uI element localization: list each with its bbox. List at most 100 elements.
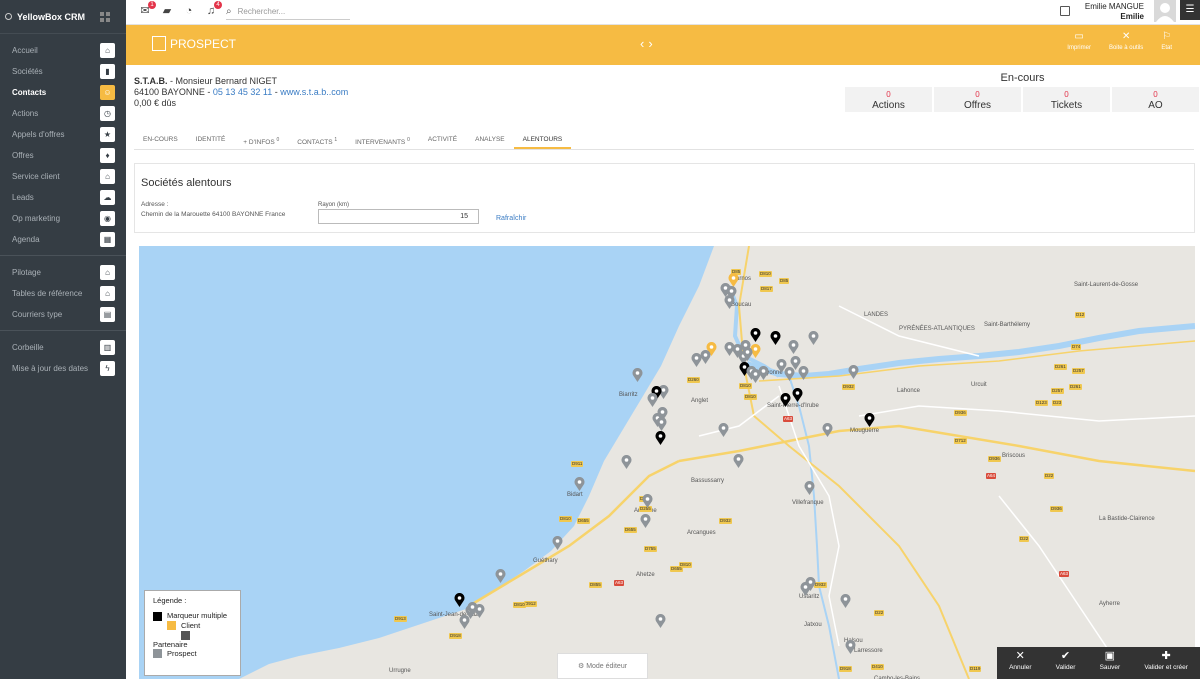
topbar: ✉ 1 ▰ ◔ ♫ 4 ⌕ Rechercher... Emilie MANGUE … — [126, 0, 1200, 25]
edit-mode-label: Mode éditeur — [586, 663, 628, 670]
sidebar-item-label: Appels d'offres — [12, 130, 65, 139]
sidebar-item-courriers-type[interactable]: Courriers type ▤ — [0, 304, 126, 325]
apps-grid-icon[interactable] — [100, 12, 110, 22]
gear-icon: ⚙ — [577, 663, 587, 670]
annuler-button[interactable]: ✕ Annuler — [1009, 650, 1031, 679]
tab--d-infos[interactable]: + D'INFOS 0 — [234, 130, 288, 149]
edit-mode-button[interactable]: ⚙ Mode éditeur — [557, 653, 648, 679]
printer-icon: ▭ — [1074, 31, 1084, 42]
tab-activit-[interactable]: ACTIVITÉ — [419, 130, 466, 149]
handshake-icon: ♦ — [100, 148, 115, 163]
sidebar-item-pilotage[interactable]: Pilotage ⌂ — [0, 262, 126, 283]
stamp-icon: ⚐ — [1162, 31, 1172, 42]
action-label: Boite à outils — [1108, 45, 1144, 51]
company-summary: S.T.A.B. - Monsieur Bernard NIGET 64100 … — [134, 76, 348, 109]
road-label: D936 — [954, 410, 967, 416]
card-value: 0 — [975, 90, 980, 99]
bell-icon[interactable]: ♫ 4 — [204, 1, 222, 18]
etat-button[interactable]: ⚐ Etat — [1161, 31, 1172, 51]
sidebar-item-appels-d-offres[interactable]: Appels d'offres ★ — [0, 124, 126, 145]
action-label: Imprimer — [1067, 45, 1091, 51]
tab-label: ACTIVITÉ — [427, 136, 458, 143]
road-label: D257 — [1072, 368, 1085, 374]
road-label: D123 — [1035, 400, 1048, 406]
map-legend: Légende : Marqueur multiple Client Parte… — [144, 590, 241, 676]
card-label: AO — [1148, 100, 1163, 111]
road-label: D410 — [871, 664, 884, 670]
sidebar-item-label: Contacts — [12, 88, 47, 97]
encours-card-actions[interactable]: 0 Actions — [845, 87, 932, 112]
legend-multiple: Marqueur multiple — [167, 611, 228, 620]
refresh-link[interactable]: Rafraîchir — [496, 215, 526, 222]
road-label: D655 — [670, 566, 683, 572]
bolt-icon: ϟ — [100, 361, 115, 376]
sidebar-item-mise-jour-des-dates[interactable]: Mise à jour des dates ϟ — [0, 358, 126, 379]
sidebar-item-op-marketing[interactable]: Op marketing ◉ — [0, 208, 126, 229]
valider-et-cr-er-button[interactable]: ✚ Valider et créer — [1144, 650, 1188, 679]
road-label: D755 — [644, 546, 657, 552]
user-info[interactable]: Emilie MANGUE Emilie — [1085, 2, 1144, 22]
dashboard-icon[interactable]: ◔ — [182, 4, 196, 18]
nearby-panel: Sociétés alentours Adresse : Chemin de l… — [134, 163, 1195, 233]
road-label: A63 — [783, 416, 794, 422]
sidebar-item-contacts[interactable]: Contacts ☺ — [0, 82, 126, 103]
sauver-button[interactable]: ▣ Sauver — [1100, 650, 1121, 679]
tab-analyse[interactable]: ANALYSE — [466, 130, 514, 149]
map-place-label: Saint-Pierre-d'Irube — [767, 403, 819, 409]
sidebar-item-leads[interactable]: Leads ☁ — [0, 187, 126, 208]
road-label: D810 — [759, 271, 772, 277]
sidebar-item-corbeille[interactable]: Corbeille ▥ — [0, 337, 126, 358]
panel-title: Sociétés alentours — [141, 177, 232, 189]
tab-contacts[interactable]: CONTACTS 1 — [288, 130, 346, 149]
tools-icon: ✕ — [1121, 31, 1131, 42]
action-label: Etat — [1161, 45, 1172, 51]
map-place-label: Lahonce — [897, 388, 921, 394]
website-link[interactable]: www.s.t.a.b..com — [280, 87, 348, 97]
road-label: D261 — [1069, 384, 1082, 390]
boite-outils-button[interactable]: ✕ Boite à outils — [1109, 31, 1143, 51]
copy-icon[interactable] — [1060, 6, 1070, 16]
tab-alentours[interactable]: ALENTOURS — [513, 130, 572, 149]
multiple-marker-swatch — [153, 611, 162, 621]
imprimer-button[interactable]: ▭ Imprimer — [1067, 31, 1091, 51]
map[interactable]: Tarnos Boucau Saint-Laurent-de-Gosse Saint-… — [139, 246, 1195, 679]
sidebar: YellowBox CRM Accueil ⌂ Sociétés ▮ Contacts ☺… — [0, 0, 126, 679]
tab-label: ALENTOURS — [522, 136, 563, 143]
road-label: D918 — [449, 633, 462, 639]
tab-label: CONTACTS — [297, 139, 333, 147]
avatar[interactable] — [1154, 0, 1176, 22]
encours-card-offres[interactable]: 0 Offres — [934, 87, 1021, 112]
sidebar-item-soci-t-s[interactable]: Sociétés ▮ — [0, 61, 126, 82]
road-label: D912 — [524, 601, 537, 607]
tab-identit-[interactable]: IDENTITÉ — [187, 130, 235, 149]
home-icon: ⌂ — [100, 169, 115, 184]
legend-prospect: Prospect — [167, 648, 197, 658]
road-label: D12 — [1075, 312, 1086, 318]
sidebar-item-accueil[interactable]: Accueil ⌂ — [0, 40, 126, 61]
encours-card-ao[interactable]: 0 AO — [1112, 87, 1199, 112]
radius-input[interactable]: 15 — [318, 209, 479, 224]
tab-label: + D'INFOS — [243, 139, 275, 147]
brand[interactable]: YellowBox CRM — [0, 0, 126, 34]
hamburger-menu-icon[interactable]: ☰ — [1180, 0, 1200, 20]
tab-intervenants[interactable]: INTERVENANTS 0 — [346, 130, 419, 149]
road-label: D810 — [559, 516, 572, 522]
sidebar-item-service-client[interactable]: Service client ⌂ — [0, 166, 126, 187]
tab-en-cours[interactable]: EN-COURS — [134, 130, 187, 149]
bookmark-icon: ▮ — [100, 64, 115, 79]
sidebar-item-tables-de-r-f-rence[interactable]: Tables de référence ⌂ — [0, 283, 126, 304]
valider-button[interactable]: ✔ Valider — [1056, 650, 1076, 679]
road-label: D936 — [988, 456, 1001, 462]
people-icon: ☺ — [100, 85, 115, 100]
divider — [0, 250, 126, 256]
phone-link[interactable]: 05 13 45 32 11 — [213, 87, 272, 97]
encours-card-tickets[interactable]: 0 Tickets — [1023, 87, 1110, 112]
partner-swatch — [181, 630, 190, 640]
chevron-right-icon[interactable]: › — [648, 36, 656, 51]
search-input[interactable]: ⌕ Rechercher... — [226, 3, 350, 20]
sidebar-item-offres[interactable]: Offres ♦ — [0, 145, 126, 166]
mail-icon[interactable]: ✉ 1 — [138, 1, 156, 18]
sidebar-item-actions[interactable]: Actions ◷ — [0, 103, 126, 124]
chat-icon[interactable]: ▰ — [160, 4, 174, 18]
sidebar-item-agenda[interactable]: Agenda ▦ — [0, 229, 126, 250]
